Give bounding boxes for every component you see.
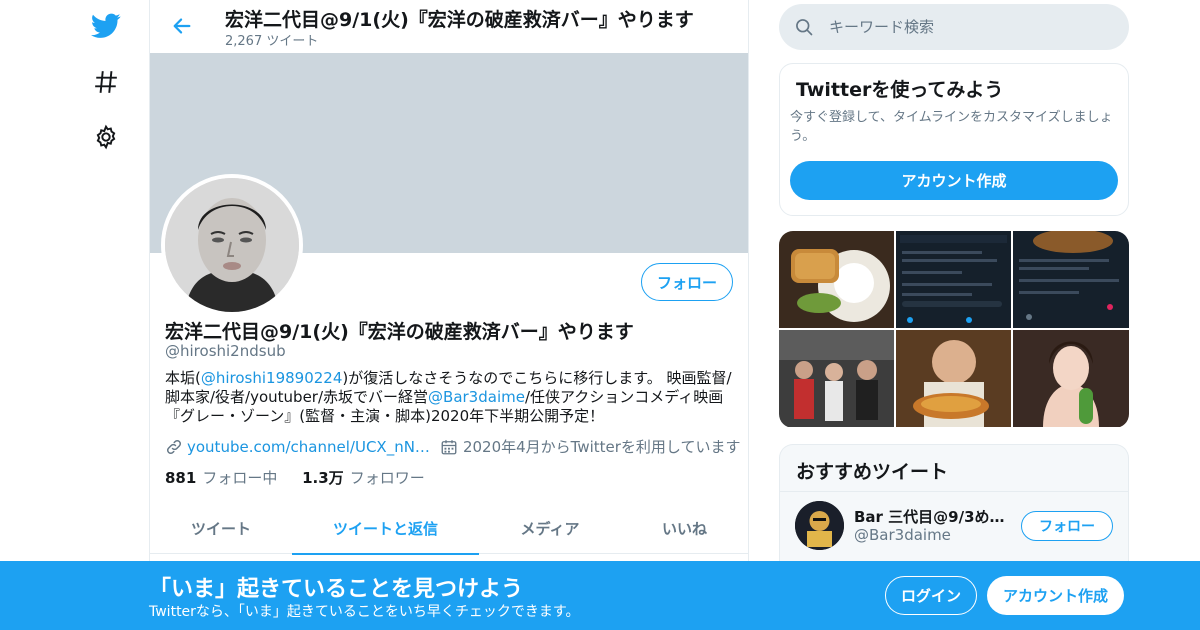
recommended-follow-button[interactable]: フォロー: [1021, 511, 1113, 541]
signup-card-description: 今すぐ登録して、タイムラインをカスタマイズしましょう。: [790, 110, 1113, 144]
tab-likes[interactable]: いいね: [621, 502, 748, 554]
search-box[interactable]: [779, 4, 1129, 50]
link-icon: [165, 438, 183, 456]
recommended-user-row[interactable]: Bar 三代目@9/3めり… @Bar3daime フォロー: [780, 491, 1128, 561]
followers-count[interactable]: 1.3万 フォロワー: [302, 469, 425, 487]
website-link[interactable]: youtube.com/channel/UCX_nN…: [187, 438, 430, 456]
profile-avatar[interactable]: [161, 174, 303, 316]
bottom-signup-bar: 「いま」起きていることを見つけよう Twitterなら、「いま」起きていることを…: [0, 561, 1200, 630]
following-number: 881: [165, 469, 197, 487]
search-icon: [779, 17, 829, 37]
media-thumbnail[interactable]: [779, 231, 894, 328]
media-thumbnail[interactable]: [896, 231, 1011, 328]
following-count[interactable]: 881 フォロー中: [165, 469, 277, 487]
recommended-user-name[interactable]: Bar 三代目@9/3めり…: [854, 506, 1010, 527]
followers-number: 1.3万: [302, 469, 344, 487]
bottom-bar-subtitle: Twitterなら、「いま」起きていることをいち早くチェックできます。: [149, 604, 580, 620]
media-thumbnail[interactable]: [1013, 231, 1129, 328]
followers-label: フォロワー: [349, 469, 425, 487]
tab-tweets[interactable]: ツイート: [150, 502, 292, 554]
hashtag-icon[interactable]: [86, 62, 126, 102]
back-arrow-icon[interactable]: [166, 10, 198, 42]
gear-icon[interactable]: [86, 117, 126, 157]
signup-card-title: Twitterを使ってみよう: [796, 79, 1004, 101]
tab-tweets-and-replies[interactable]: ツイートと返信: [292, 502, 479, 555]
profile-handle: @hiroshi2ndsub: [165, 342, 286, 360]
search-input[interactable]: [829, 18, 1099, 36]
media-grid: [779, 231, 1129, 428]
tab-media[interactable]: メディア: [479, 502, 621, 554]
follow-button[interactable]: フォロー: [641, 263, 733, 301]
recommended-user-avatar[interactable]: [795, 501, 844, 550]
create-account-button[interactable]: アカウント作成: [790, 161, 1118, 200]
bio-text: 本垢(: [165, 369, 201, 387]
follow-counts: 881 フォロー中 1.3万 フォロワー: [165, 467, 445, 488]
media-thumbnail[interactable]: [779, 330, 894, 427]
bottom-create-account-button[interactable]: アカウント作成: [987, 576, 1124, 615]
calendar-icon: [440, 438, 458, 456]
bottom-bar-title: 「いま」起きていることを見つけよう: [149, 577, 524, 602]
recommended-title: おすすめツイート: [796, 461, 949, 483]
profile-meta: youtube.com/channel/UCX_nN… 2020年4月からTwi…: [165, 436, 740, 457]
following-label: フォロー中: [202, 469, 278, 487]
media-thumbnail[interactable]: [1013, 330, 1129, 427]
bio-mention-link[interactable]: @Bar3daime: [428, 388, 525, 406]
recommended-user-handle: @Bar3daime: [854, 526, 951, 544]
profile-header: 宏洋二代目@9/1(火)『宏洋の破産救済バー』やります 2,267 ツイート: [150, 0, 748, 53]
profile-tabs: ツイート ツイートと返信 メディア いいね: [150, 502, 748, 555]
main-column: 宏洋二代目@9/1(火)『宏洋の破産救済バー』やります 2,267 ツイート フ…: [149, 0, 749, 630]
left-nav: [0, 0, 150, 630]
joined-date: 2020年4月からTwitterを利用しています: [462, 438, 741, 456]
bio-mention-link[interactable]: @hiroshi19890224: [201, 369, 343, 387]
profile-bio: 本垢(@hiroshi19890224)が復活しなさそうなのでこちらに移行します…: [165, 369, 735, 426]
twitter-logo-icon[interactable]: [86, 6, 126, 46]
header-title: 宏洋二代目@9/1(火)『宏洋の破産救済バー』やります: [225, 9, 694, 31]
media-thumbnail[interactable]: [896, 330, 1011, 427]
tweet-count: 2,267 ツイート: [225, 34, 319, 49]
signup-card: Twitterを使ってみよう 今すぐ登録して、タイムラインをカスタマイズしましょ…: [779, 63, 1129, 216]
profile-name: 宏洋二代目@9/1(火)『宏洋の破産救済バー』やります: [165, 321, 634, 343]
login-button[interactable]: ログイン: [885, 576, 977, 615]
